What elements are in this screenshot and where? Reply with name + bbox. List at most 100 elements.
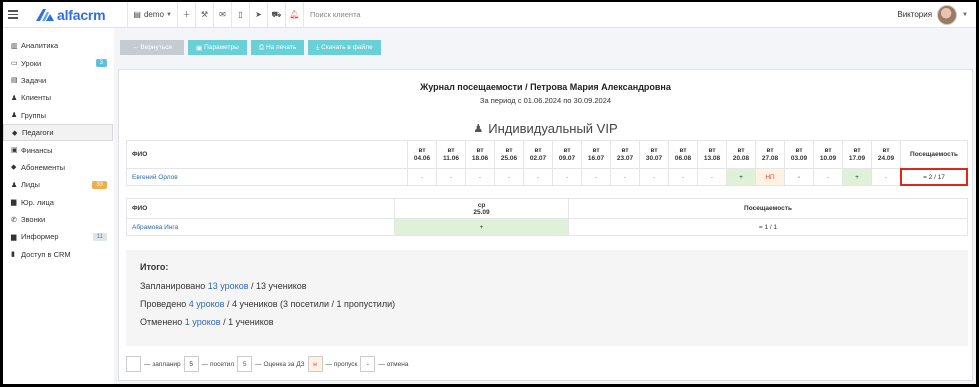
done-lessons-link[interactable]: 4 уроков (189, 299, 225, 309)
column-header-attendance: Посещаемость (900, 140, 968, 169)
informer-count-badge: 11 (92, 232, 107, 241)
briefcase-icon: ▆ (11, 199, 17, 207)
download-button[interactable]: ⤓ Скачать в файле (308, 40, 381, 55)
attendance-cell[interactable]: - (784, 168, 814, 186)
journal-panel: Журнал посещаемости / Петрова Мария Алек… (118, 69, 973, 381)
attendance-cell[interactable]: - (813, 168, 843, 186)
attendance-table-second: ФИО ср 25.09 Посещаемость Абрамова Инга … (126, 198, 968, 236)
attendance-cell[interactable]: - (465, 168, 495, 186)
table-header-row: ФИО ср 25.09 Посещаемость (126, 198, 968, 219)
user-plus-icon: ♟ (473, 123, 484, 135)
totals-planned: Запланировано 13 уроков / 13 учеников (140, 281, 307, 291)
attendance-cell[interactable]: - (523, 168, 553, 186)
sidebar-item-clients[interactable]: ♟ Клиенты (3, 89, 113, 106)
print-button[interactable]: ⎙ На печать (250, 40, 305, 55)
sidebar-item-legal-entities[interactable]: ▆ Юр. лица (3, 194, 113, 211)
bell-icon[interactable]: 🔔︎ (286, 2, 303, 28)
table-row: Евгений Орлов - - - - - - - - - - - + НП - - + - = 2 / 17 (126, 168, 968, 186)
table-header-row: ФИО вт 04.06 вт 11.06 вт 18.06 вт 25.06 вт 02.07 в… (126, 140, 968, 169)
column-header-date: вт 24.09 (871, 140, 901, 169)
branch-select[interactable]: ▤ demo ▼ (128, 2, 177, 28)
user-icon: ♟ (11, 94, 18, 102)
attendance-cell[interactable]: + (394, 218, 569, 236)
totals-done: Проведено 4 уроков / 4 учеников (3 посет… (140, 299, 396, 309)
graduation-cap-icon: ◆ (12, 129, 18, 137)
calendar-icon: ▭ (11, 60, 18, 68)
cancelled-lessons-link[interactable]: 1 уроков (185, 317, 221, 327)
sidebar-item-crm-access[interactable]: ▮ Доступ в CRM (3, 246, 113, 263)
attendance-cell[interactable]: - (436, 168, 466, 186)
legend-grade-box: 5 (237, 356, 253, 372)
sidebar-item-analytics[interactable]: ▥ Аналитика (3, 37, 113, 54)
logo[interactable]: alfacrm (36, 7, 106, 23)
column-header-date: вт 10.09 (813, 140, 843, 169)
attendance-cell[interactable]: - (494, 168, 524, 186)
legend-planned-box (126, 356, 141, 372)
back-button[interactable]: ← Вернуться (120, 40, 184, 55)
attendance-cell[interactable]: - (581, 168, 611, 186)
attendance-cell[interactable]: - (639, 168, 669, 186)
attendance-cell[interactable]: - (610, 168, 640, 186)
chart-icon: ▥ (11, 42, 18, 50)
sidebar-item-finance[interactable]: ▣ Финансы (3, 141, 113, 158)
tag-icon: ◆ (11, 164, 17, 172)
params-button[interactable]: ▣ Параметры (188, 40, 247, 55)
telegram-icon[interactable]: ➤ (250, 2, 267, 28)
sidebar-item-leads[interactable]: ♟ Лиды 33 (3, 176, 113, 193)
sidebar: ▥ Аналитика ▭ Уроки 3 ▤ Задачи ♟ Клиенты ♟ Гру… (3, 28, 113, 384)
sidebar-item-subscriptions[interactable]: ◆ Абонементы (3, 159, 113, 176)
user-menu[interactable]: Виктория ▼ (897, 4, 968, 25)
attendance-cell[interactable]: - (668, 168, 698, 186)
phone-icon: ✆ (11, 216, 17, 224)
student-name-link[interactable]: Евгений Орлов (126, 168, 408, 186)
column-header-date: вт 17.09 (842, 140, 872, 169)
sidebar-item-calls[interactable]: ✆ Звонки (3, 211, 113, 228)
mail-icon[interactable]: ✉ (214, 2, 231, 28)
attendance-cell[interactable]: + (726, 168, 756, 186)
attendance-cell[interactable]: - (552, 168, 582, 186)
column-header-date: вт 18.06 (465, 140, 495, 169)
planned-lessons-link[interactable]: 13 уроков (208, 281, 249, 291)
sidebar-item-teachers[interactable]: ◆ Педагоги (3, 123, 113, 142)
column-header-date: вт 09.07 (552, 140, 582, 169)
attendance-cell[interactable]: - (871, 168, 901, 186)
lock-icon: ▮ (11, 251, 15, 259)
attendance-total: = 2 / 17 (900, 168, 968, 186)
top-bar: alfacrm ▤ demo ▼ ＋ ⚒ ✉ ▯ ➤ ⛟ 🔔︎ Поиск кл… (3, 2, 976, 28)
sliders-icon: ▣ (196, 44, 203, 52)
sidebar-item-tasks[interactable]: ▤ Задачи (3, 72, 113, 89)
sidebar-item-lessons[interactable]: ▭ Уроки 3 (3, 54, 113, 71)
attendance-cell[interactable]: - (407, 168, 437, 186)
page-title: Журнал посещаемости / Петрова Мария Алек… (420, 82, 671, 92)
legend-skip-box: н (307, 356, 323, 372)
briefcase-icon: ▆ (11, 233, 17, 241)
attendance-cell[interactable]: - (697, 168, 727, 186)
lessons-count-badge: 3 (95, 59, 107, 68)
attendance-cell[interactable]: + (842, 168, 872, 186)
phone-icon[interactable]: ▯ (232, 2, 249, 28)
legend: — запланир 5 — посетил 5 — Оценка за ДЗ … (126, 356, 408, 372)
attendance-cell[interactable]: НП (755, 168, 785, 186)
search-input[interactable]: Поиск клиента (310, 10, 361, 19)
wrench-icon[interactable]: ⚒ (196, 2, 213, 28)
attendance-table: ФИО вт 04.06 вт 11.06 вт 18.06 вт 25.06 вт 02.07 в… (126, 140, 968, 186)
menu-icon[interactable] (8, 10, 18, 19)
tasks-icon: ▤ (11, 77, 18, 85)
column-header-fio: ФИО (126, 140, 408, 169)
column-header-date: ср 25.09 (394, 198, 569, 219)
main-content: ← Вернуться ▣ Параметры ⎙ На печать ⤓ Скача… (114, 28, 976, 384)
plus-icon[interactable]: ＋ (178, 2, 195, 28)
divider (302, 2, 304, 28)
download-icon: ⤓ (316, 43, 320, 51)
column-header-date: вт 06.08 (668, 140, 698, 169)
money-icon: ▣ (11, 147, 18, 155)
sidebar-item-informer[interactable]: ▆ Информер 11 (3, 228, 113, 245)
leads-count-badge: 33 (92, 180, 107, 189)
sidebar-item-groups[interactable]: ♟ Группы (3, 107, 113, 124)
alfacrm-logo-icon (36, 8, 54, 21)
toolbar: ← Вернуться ▣ Параметры ⎙ На печать ⤓ Скача… (120, 40, 381, 55)
cart-icon[interactable]: ⛟ (268, 2, 285, 28)
column-header-date: вт 02.07 (523, 140, 553, 169)
column-header-date: вт 16.07 (581, 140, 611, 169)
student-name-link[interactable]: Абрамова Инга (126, 218, 395, 236)
